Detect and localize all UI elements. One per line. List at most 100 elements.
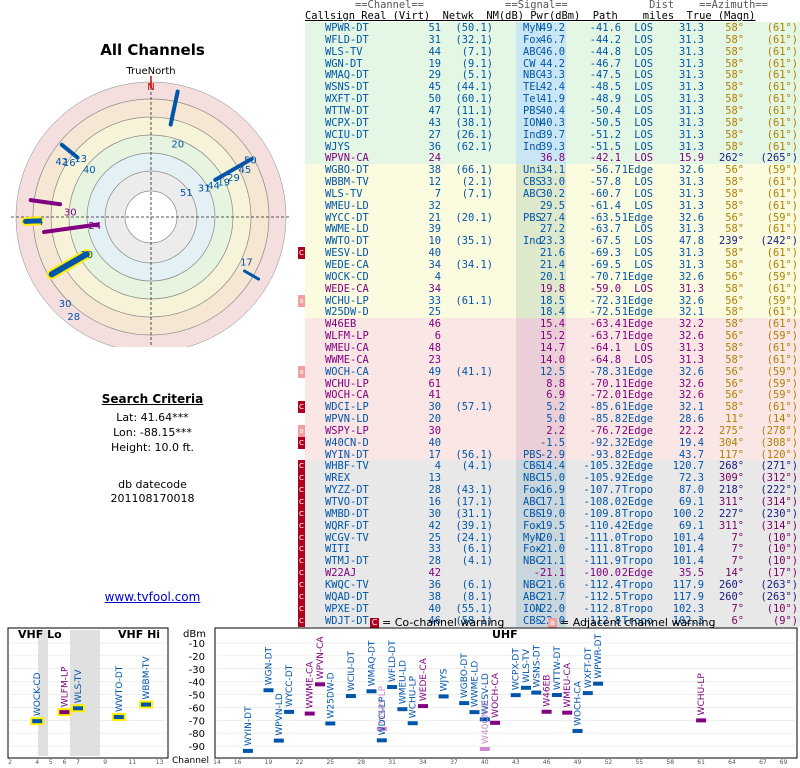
cochannel-warning-icon: C (298, 578, 305, 591)
cell-col4: 19.8 (539, 282, 565, 295)
cell-col5: -93.8 (589, 448, 621, 461)
cell-col2: (9.1) (461, 57, 493, 70)
cell-col8: 311° (718, 496, 744, 508)
table-row: WCHU-LP 61 8.8 -70.1 1Edge 32.6 56° (59°) (305, 377, 800, 391)
cell-col1: 33 (428, 294, 441, 307)
website-link[interactable]: www.tvfool.com (0, 590, 305, 604)
cell-col4: 43.3 (539, 69, 565, 82)
cell-col2: (50.1) (455, 22, 493, 34)
table-row: WFLD-DT 31 (32.1) Fox 46.7 -44.2 LOS 31.3 58° (61… (305, 33, 800, 47)
cell-col5: -59.0 (589, 282, 621, 295)
signal-bar (304, 711, 315, 716)
cell-col7: 35.5 (678, 567, 704, 580)
cell-col8: 309° (718, 472, 744, 485)
cell-col1: 48 (428, 341, 441, 354)
cell-col5: -105.9 (583, 472, 621, 485)
cell-col2: (26.1) (455, 128, 493, 141)
cell-col3: Ind (523, 140, 542, 153)
cell-col0: WPWR-DT (325, 22, 369, 34)
cell-col5: -64.1 (589, 341, 621, 354)
cell-col5: -112.5 (583, 590, 621, 603)
cell-col5: -72.0 (589, 389, 621, 402)
signal-bar (325, 721, 336, 726)
cell-col7: 31.3 (678, 140, 704, 153)
cell-col7: 31.3 (678, 282, 704, 295)
cell-col6: LOS (634, 104, 653, 117)
cell-col1: 29 (428, 69, 441, 82)
polar-label: 30 (59, 299, 72, 310)
cell-col9: (242°) (760, 235, 798, 248)
dbm-tick: -80 (189, 729, 205, 740)
signal-bar (531, 690, 542, 695)
cell-col7: 32.6 (678, 294, 704, 307)
cell-col0: WITI (325, 543, 351, 556)
cell-col5: -70.1 (589, 377, 621, 390)
cell-col8: 58° (725, 259, 744, 271)
dbm-tick: -40 (189, 678, 205, 689)
cell-col8: 58° (725, 22, 744, 34)
cell-col6: 2Edge (621, 496, 653, 508)
uhf-channel-tick: 25 (326, 759, 334, 766)
table-row: WMEU-CA 48 14.7 -64.1 LOS 31.3 58° (61°) (305, 341, 800, 355)
cell-col3: Ind (523, 128, 542, 141)
dbm-tick: -20 (189, 652, 205, 663)
cell-col0: WXFT-DT (325, 93, 369, 106)
cell-col1: 6 (434, 330, 441, 343)
cell-col4: 15.4 (539, 318, 565, 331)
cell-col9: (61°) (766, 128, 798, 141)
polar-label: 17 (240, 258, 253, 269)
cell-col2: (5.1) (461, 69, 493, 82)
cell-col6: LOS (634, 247, 653, 260)
table-header-columns: Callsign Real (Virt) Netwk NM(dB) Pwr(dB… (305, 10, 756, 22)
cell-col3: ABC (523, 45, 542, 58)
cell-col1: 30 (428, 507, 441, 520)
cell-col4: -15.0 (533, 472, 565, 485)
polar-label: 40 (83, 165, 96, 176)
uhf-channel-tick: 43 (512, 759, 520, 766)
cell-col2: (44.1) (455, 81, 493, 94)
cell-col0: WQAD-DT (325, 590, 369, 603)
cell-col5: -107.7 (583, 484, 621, 497)
cell-col4: 20.1 (539, 270, 565, 283)
uhf-channel-tick: 46 (543, 759, 551, 766)
signal-bar (315, 682, 325, 687)
polar-label: 10 (80, 250, 93, 261)
table-row: a WCHU-LP 33 (61.1) 18.5 -72.3 1Edge 32.6 56° (59… (298, 294, 800, 308)
cell-col6: LOS (634, 176, 653, 189)
cell-col8: 58° (725, 199, 744, 212)
table-row: C WHBF-TV 4 (4.1) CBS -14.4 -105.3 2Edge 120.7 26… (298, 460, 800, 474)
signal-bar (562, 710, 573, 715)
cell-col6: LOS (634, 187, 653, 200)
cell-col2: (7.1) (461, 45, 493, 58)
cell-col4: 30.2 (539, 187, 565, 200)
cell-col2: (38.1) (455, 116, 493, 129)
cell-col1: 7 (434, 187, 441, 200)
signal-bar (284, 709, 295, 714)
cell-col6: LOS (634, 69, 653, 82)
cell-col7: 31.3 (678, 176, 704, 189)
cell-col6: LOS (634, 235, 653, 248)
cell-col0: WJYS (325, 140, 351, 153)
table-row: C WREX 13 NBC -15.0 -105.9 2Edge 72.3 309° (312°) (298, 472, 800, 485)
bar-label: WOCK-CD (33, 672, 43, 716)
cell-col9: (59°) (766, 294, 798, 307)
cell-col4: -2.9 (539, 448, 565, 461)
cell-col1: 32 (428, 199, 441, 212)
cell-col0: WTMJ-DT (325, 555, 369, 568)
cell-col2: (60.1) (455, 93, 493, 106)
cochannel-warning-icon: C (298, 567, 305, 580)
cell-col2: (61.1) (455, 294, 493, 307)
cell-col5: -48.9 (589, 93, 621, 106)
cell-col2: (4.1) (461, 555, 493, 568)
cell-col8: 58° (725, 69, 744, 82)
cell-col9: (314°) (760, 496, 798, 508)
cell-col6: Tropo (621, 555, 653, 568)
table-row: C W22AJ 42 -21.1 -100.0 2Edge 35.5 14° (17°) (298, 567, 800, 580)
table-row: C WTVO-DT 16 (17.1) ABC -17.1 -108.0 2Edge 69.1 3… (298, 496, 800, 509)
table-row: C WTMJ-DT 28 (4.1) NBC -21.1 -111.9 Tropo 101.4 7… (298, 555, 800, 568)
cell-col8: 218° (718, 484, 744, 497)
cell-col6: Tropo (621, 507, 653, 520)
cell-col1: 28 (428, 484, 441, 497)
uhf-channel-tick: 61 (697, 759, 705, 766)
cell-col2: (41.1) (455, 365, 493, 378)
